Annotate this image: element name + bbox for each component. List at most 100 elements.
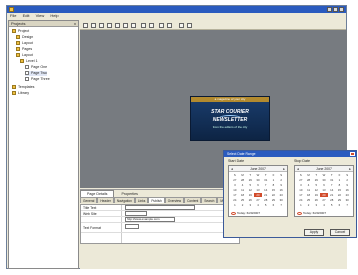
calendar-day[interactable]: 15 [270, 188, 278, 192]
calendar-day[interactable]: 21 [328, 193, 336, 197]
calendar-day[interactable]: 27 [231, 178, 239, 182]
back-icon[interactable] [83, 23, 88, 28]
publish-icon[interactable] [167, 23, 172, 28]
maximize-icon[interactable] [333, 7, 338, 12]
copy-icon[interactable] [115, 23, 120, 28]
tree-node[interactable]: Layout [16, 53, 33, 58]
preview-icon[interactable] [159, 23, 164, 28]
calendar-day[interactable]: 2 [305, 203, 313, 207]
calendar-day[interactable]: 23 [277, 193, 285, 197]
prev-month-icon[interactable]: ◂ [297, 166, 299, 172]
calendar-day[interactable]: 14 [262, 188, 270, 192]
calendar-day[interactable]: 30 [320, 178, 328, 182]
calendar-day[interactable]: 30 [254, 178, 262, 182]
calendar-day[interactable]: 3 [297, 183, 305, 187]
calendar-day[interactable]: 11 [239, 188, 247, 192]
calendar-day[interactable]: 29 [270, 198, 278, 202]
menu-view[interactable]: View [36, 13, 45, 18]
subtab[interactable]: Search [201, 197, 218, 203]
calendar-day[interactable]: 14 [328, 188, 336, 192]
calendar-day[interactable]: 27 [297, 178, 305, 182]
text-format-buttons[interactable] [125, 224, 139, 229]
tree-node[interactable]: Level 1 [20, 59, 38, 64]
tree-node-selected[interactable]: Page Two [25, 71, 47, 76]
next-month-icon[interactable]: ▸ [283, 166, 285, 172]
calendar-day[interactable]: 7 [328, 183, 336, 187]
calendar-day[interactable]: 7 [277, 203, 285, 207]
calendar-day[interactable]: 31 [262, 178, 270, 182]
calendar-day[interactable]: 5 [246, 183, 254, 187]
calendar-day[interactable]: 28 [239, 178, 247, 182]
calendar-day[interactable]: 4 [239, 183, 247, 187]
tree-node[interactable]: Project [12, 29, 29, 34]
close-icon[interactable] [350, 152, 355, 156]
calendar-day[interactable]: 16 [343, 188, 351, 192]
today-link[interactable]: Today: 6/20/2007 [297, 211, 326, 215]
calendar-day[interactable]: 26 [312, 198, 320, 202]
calendar-day[interactable]: 10 [297, 188, 305, 192]
calendar-day[interactable]: 1 [231, 203, 239, 207]
tree-node[interactable]: Page Three [25, 77, 50, 82]
settings-icon[interactable] [187, 23, 192, 28]
calendar-day[interactable]: 12 [246, 188, 254, 192]
undo-icon[interactable] [141, 23, 146, 28]
tree-node[interactable]: Layout [16, 41, 33, 46]
calendar-day[interactable]: 4 [320, 203, 328, 207]
calendar-day[interactable]: 6 [254, 183, 262, 187]
calendar-day[interactable]: 19 [246, 193, 254, 197]
banner-image[interactable]: a magazine of your city STAR COURIER NEW… [190, 96, 270, 141]
menu-help[interactable]: Help [50, 13, 58, 18]
today-link[interactable]: Today: 6/20/2007 [231, 211, 260, 215]
apply-button[interactable]: Apply [304, 229, 324, 236]
calendar-day[interactable]: 4 [254, 203, 262, 207]
calendar-day[interactable]: 12 [312, 188, 320, 192]
calendar-day[interactable]: 28 [305, 178, 313, 182]
calendar-day[interactable]: 10 [231, 188, 239, 192]
calendar-day[interactable]: 22 [336, 193, 344, 197]
calendar-day[interactable]: 17 [231, 193, 239, 197]
subtab[interactable]: Navigation [113, 197, 135, 203]
calendar-day[interactable]: 5 [262, 203, 270, 207]
calendar-day[interactable]: 20 [254, 193, 262, 197]
url-field[interactable]: http://www.example.com [125, 217, 175, 222]
stop-calendar[interactable]: ◂ June 2007 ▸ S M T W T F S 27 28 29 30 31 1 2 3 4 5 6 7 8 9… [294, 165, 354, 217]
calendar-day[interactable]: 20 [320, 193, 328, 197]
tree-node[interactable]: Design [16, 35, 33, 40]
calendar-day[interactable]: 22 [270, 193, 278, 197]
calendar-day[interactable]: 28 [328, 198, 336, 202]
calendar-day[interactable]: 25 [239, 198, 247, 202]
cancel-button[interactable]: Cancel [330, 229, 350, 236]
calendar-day[interactable]: 9 [343, 183, 351, 187]
delete-icon[interactable] [131, 23, 136, 28]
calendar-day[interactable]: 6 [270, 203, 278, 207]
help-icon[interactable] [179, 23, 184, 28]
subtab-active[interactable]: Publish [148, 197, 165, 203]
calendar-day[interactable]: 21 [262, 193, 270, 197]
redo-icon[interactable] [149, 23, 154, 28]
calendar-day[interactable]: 3 [312, 203, 320, 207]
calendar-day[interactable]: 2 [277, 178, 285, 182]
calendar-day[interactable]: 17 [297, 193, 305, 197]
calendar-day[interactable]: 3 [231, 183, 239, 187]
tree-node[interactable]: Templates [12, 85, 34, 90]
new-icon[interactable] [91, 23, 96, 28]
style-selector[interactable] [125, 211, 147, 216]
calendar-day[interactable]: 5 [328, 203, 336, 207]
calendar-month[interactable]: June 2007 [316, 167, 332, 171]
menu-edit[interactable]: Edit [23, 13, 30, 18]
prev-month-icon[interactable]: ◂ [231, 166, 233, 172]
tree-node[interactable]: Page One [25, 65, 47, 70]
calendar-day[interactable]: 13 [254, 188, 262, 192]
calendar-day[interactable]: 1 [297, 203, 305, 207]
calendar-day[interactable]: 6 [320, 183, 328, 187]
save-icon[interactable] [99, 23, 104, 28]
calendar-day[interactable]: 29 [246, 178, 254, 182]
calendar-day[interactable]: 16 [277, 188, 285, 192]
menu-file[interactable]: File [10, 13, 16, 18]
calendar-day[interactable]: 26 [246, 198, 254, 202]
start-calendar[interactable]: ◂ June 2007 ▸ S M T W T F S 27 28 29 30 31 1 2 3 4 5 6 7 8 9… [228, 165, 288, 217]
tree-node[interactable]: Pages [16, 47, 32, 52]
close-icon[interactable] [339, 7, 344, 12]
calendar-day[interactable]: 11 [305, 188, 313, 192]
calendar-day[interactable]: 18 [305, 193, 313, 197]
